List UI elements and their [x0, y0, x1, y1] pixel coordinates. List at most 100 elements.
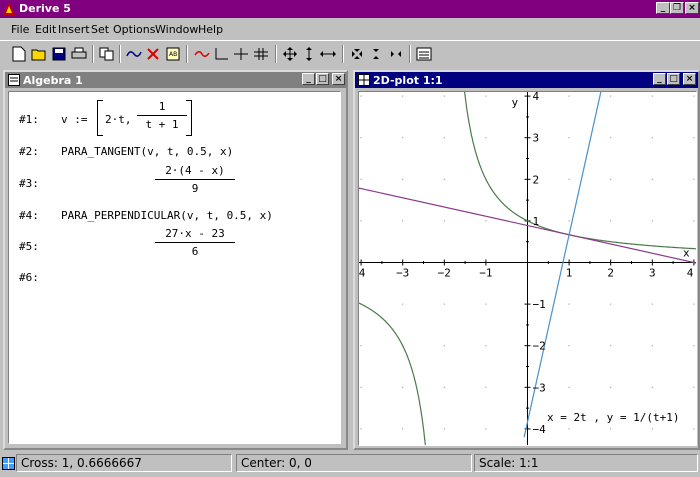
- plot-window-icon[interactable]: [414, 44, 434, 64]
- grid-dot: [485, 386, 487, 388]
- grid-dot: [443, 345, 445, 347]
- delete-icon[interactable]: [143, 44, 163, 64]
- y-axis-label: y: [512, 96, 519, 109]
- grid-dot: [693, 345, 695, 347]
- grid-dot: [402, 220, 404, 222]
- x-tick-label: 4: [359, 267, 366, 280]
- algebra-close-button[interactable]: ×: [332, 73, 345, 85]
- expr-6-label: #6:: [19, 271, 39, 284]
- expr-1-bracket-right: [186, 100, 192, 136]
- algebra-window[interactable]: Algebra 1 _ □ × #1: v := 2·t, 1 t + 1 #2…: [3, 70, 348, 450]
- plot-line-icon[interactable]: [192, 44, 212, 64]
- expr-1-label: #1:: [19, 113, 39, 126]
- grid-dot: [651, 428, 653, 430]
- menu-edit[interactable]: Edit: [35, 23, 56, 36]
- expr-3-fraction: 2·(4 - x) 9: [155, 164, 235, 195]
- menu-window[interactable]: Window: [155, 23, 198, 36]
- hyperbola-left-branch: [359, 302, 426, 445]
- grid-dot: [693, 428, 695, 430]
- copy-icon[interactable]: [97, 44, 117, 64]
- grid-dot: [360, 428, 362, 430]
- axes-icon[interactable]: [211, 44, 231, 64]
- expr-1-lhs: v :=: [61, 113, 88, 126]
- zoom-horizontal-icon[interactable]: [386, 44, 406, 64]
- plot-minimize-button[interactable]: _: [653, 73, 666, 85]
- menu-file[interactable]: File: [11, 23, 29, 36]
- menu-help[interactable]: Help: [198, 23, 223, 36]
- expr-5-denominator: 6: [191, 245, 199, 258]
- status-scale: Scale: 1:1: [474, 454, 698, 472]
- scale-horizontal-icon[interactable]: [318, 44, 338, 64]
- status-cross: Cross: 1, 0.6666667: [16, 454, 232, 472]
- save-icon[interactable]: [49, 44, 69, 64]
- grid-cross-icon[interactable]: [251, 44, 271, 64]
- grid-dot: [402, 428, 404, 430]
- toolbar: AB: [0, 40, 700, 68]
- x-tick-label: −1: [479, 267, 492, 280]
- plot-window[interactable]: 2D-plot 1:1 _ □ × x y x = 2t , y = 1/(t+…: [353, 70, 700, 450]
- grid-dot: [402, 137, 404, 139]
- y-tick-labels: 4 3 2 1 −1 −2 −3 −4: [533, 92, 547, 436]
- zoom-vertical-icon[interactable]: [366, 44, 386, 64]
- y-tick-label: −1: [533, 298, 546, 311]
- menu-options[interactable]: Options: [113, 23, 155, 36]
- algebra-content[interactable]: #1: v := 2·t, 1 t + 1 #2: PARA_TANGENT(v…: [8, 91, 341, 444]
- grid-dot: [610, 386, 612, 388]
- plot-title-bar: 2D-plot 1:1 _ □ ×: [355, 72, 698, 88]
- plot-svg[interactable]: x y x = 2t , y = 1/(t+1) 4 −3 −2 −1 1 2 3 4 4 3 2…: [359, 92, 696, 445]
- grid-dot: [360, 178, 362, 180]
- expr-1-x-component: 2·t,: [105, 113, 132, 126]
- grid-dot: [651, 137, 653, 139]
- grid-dot: [568, 178, 570, 180]
- expr-5-label: #5:: [19, 240, 39, 253]
- menu-set[interactable]: Set: [91, 23, 109, 36]
- grid-dot: [693, 178, 695, 180]
- scale-vertical-icon[interactable]: [299, 44, 319, 64]
- grid-dot: [651, 178, 653, 180]
- grid-dot: [485, 428, 487, 430]
- y-tick-label: 4: [533, 92, 540, 103]
- grid-dot: [651, 220, 653, 222]
- grid-dot: [568, 220, 570, 222]
- grid-dot: [360, 95, 362, 97]
- grid-dot: [443, 95, 445, 97]
- crosshair-icon[interactable]: [231, 44, 251, 64]
- grid-dot: [568, 303, 570, 305]
- algebra-title: Algebra 1: [23, 74, 83, 87]
- grid-dot: [443, 137, 445, 139]
- zoom-in-icon[interactable]: [347, 44, 367, 64]
- algebra-maximize-button[interactable]: □: [316, 73, 329, 85]
- grid-dot: [610, 303, 612, 305]
- grid-dot: [485, 95, 487, 97]
- new-file-icon[interactable]: [9, 44, 29, 64]
- menu-insert[interactable]: Insert: [58, 23, 90, 36]
- restore-button[interactable]: ❐: [670, 2, 684, 14]
- plot-close-button[interactable]: ×: [683, 73, 696, 85]
- x-tick-label: 4: [687, 267, 694, 280]
- open-file-icon[interactable]: [29, 44, 49, 64]
- algebra-minimize-button[interactable]: _: [302, 73, 315, 85]
- grid-dot: [610, 345, 612, 347]
- plot-area[interactable]: x y x = 2t , y = 1/(t+1) 4 −3 −2 −1 1 2 3 4 4 3 2…: [358, 91, 697, 446]
- expr-4-text: PARA_PERPENDICULAR(v, t, 0.5, x): [61, 209, 273, 222]
- close-button[interactable]: ×: [685, 2, 699, 14]
- minimize-button[interactable]: _: [656, 2, 670, 14]
- plot-maximize-button[interactable]: □: [667, 73, 680, 85]
- expr-1-fraction: 1 t + 1: [137, 100, 187, 131]
- status-bar: Cross: 1, 0.6666667 Center: 0, 0 Scale: …: [0, 452, 700, 477]
- expr-4-label: #4:: [19, 209, 39, 222]
- grid-dot: [360, 137, 362, 139]
- expr-5-fraction: 27·x - 23 6: [155, 227, 235, 258]
- y-tick-label: 2: [533, 173, 540, 186]
- move-icon[interactable]: [280, 44, 300, 64]
- x-tick-label: 3: [649, 267, 656, 280]
- y-tick-label: −4: [533, 423, 547, 436]
- grid-dot: [693, 137, 695, 139]
- simplify-icon[interactable]: [124, 44, 144, 64]
- expr-1-denominator: t + 1: [145, 118, 179, 131]
- grid-status-icon: [2, 457, 15, 470]
- grid-dot: [651, 386, 653, 388]
- print-icon[interactable]: [69, 44, 89, 64]
- author-icon[interactable]: AB: [163, 44, 183, 64]
- plot-title: 2D-plot 1:1: [373, 74, 443, 87]
